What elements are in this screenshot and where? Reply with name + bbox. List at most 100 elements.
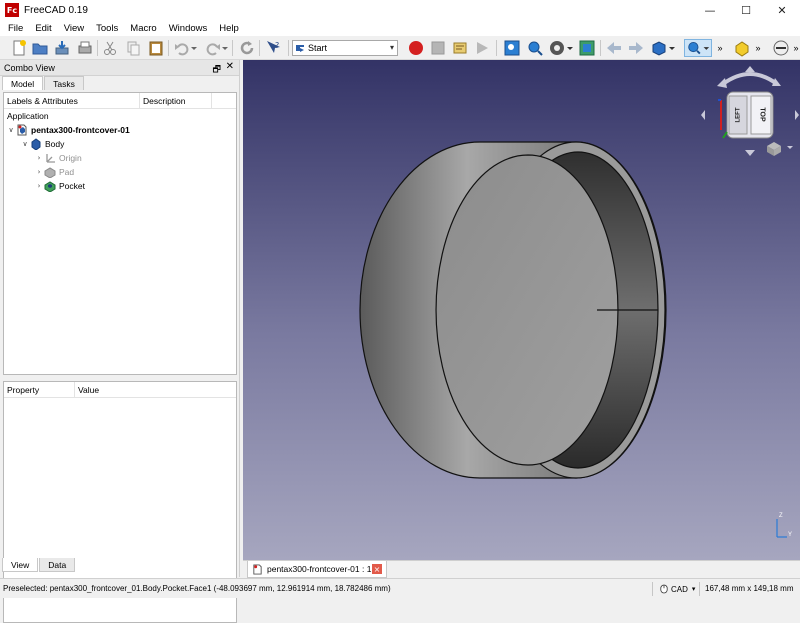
origin-icon [44,152,56,164]
expand-arrow-icon[interactable]: › [34,168,44,176]
col-value-header[interactable]: Value [75,382,155,397]
window-controls: — ☐ ✕ [692,0,800,20]
title-bar: Fc FreeCAD 0.19 — ☐ ✕ [0,0,800,20]
expand-arrow-icon[interactable]: › [34,182,44,190]
axis-cross: Z Y [771,513,797,543]
toolbar-overflow-icon-2[interactable]: » [754,39,762,57]
fit-all-icon[interactable] [503,39,521,57]
paste-icon[interactable] [147,39,165,57]
expand-arrow-icon[interactable]: ∨ [6,126,16,134]
tree-item-label: Body [45,139,65,149]
close-panel-icon[interactable]: ✕ [226,61,234,72]
whats-this-icon[interactable]: ? [264,39,282,57]
toolbar-overflow-icon-3[interactable]: » [792,39,800,57]
pocket-face[interactable] [435,154,619,466]
tree-item-body[interactable]: ∨ Body [4,137,236,151]
workbench-start-icon [296,45,304,52]
toolbar-separator [600,40,601,56]
arrow-up-icon[interactable] [745,66,755,72]
tree-item-pocket[interactable]: › Pocket [4,179,236,193]
copy-icon[interactable] [124,39,142,57]
tree-item-document[interactable]: ∨ pentax300-frontcover-01 [4,123,236,137]
tab-model[interactable]: Model [2,76,44,90]
tree-group-application: Application [7,111,49,121]
menu-file[interactable]: File [2,23,29,34]
toolbar-overflow-icon[interactable]: » [716,39,724,57]
zoom-tool-icon[interactable] [684,39,712,57]
menu-view[interactable]: View [58,23,90,34]
combo-tabs: Model Tasks [0,76,239,90]
navigation-style-button[interactable]: CAD ▾ [660,584,695,594]
document-icon [16,124,28,136]
draw-style-dropdown-icon[interactable] [566,39,574,57]
tree-item-pad[interactable]: › Pad [4,165,236,179]
draw-style-icon[interactable] [548,39,566,57]
menu-tools[interactable]: Tools [90,23,124,34]
stop-macro-icon[interactable] [429,39,447,57]
3d-viewport[interactable]: LEFT TOP Z Y [243,60,800,560]
run-macro-icon[interactable] [473,39,491,57]
arrow-down-icon[interactable] [745,150,755,156]
rotate-ring-icon[interactable] [721,72,779,86]
print-icon[interactable] [76,39,94,57]
freecad-logo-icon: Fc [5,3,19,17]
open-folder-icon[interactable] [31,39,49,57]
tree-item-label: Pocket [59,181,85,191]
menu-windows[interactable]: Windows [163,23,214,34]
cut-icon[interactable] [101,39,119,57]
tab-tasks[interactable]: Tasks [44,76,84,90]
col-labels-header[interactable]: Labels & Attributes [4,93,140,108]
menu-macro[interactable]: Macro [124,23,162,34]
tab-data[interactable]: Data [39,558,76,572]
workbench-selector[interactable]: Start ▾ [292,40,398,56]
fit-selection-icon[interactable] [526,39,544,57]
maximize-button[interactable]: ☐ [728,0,764,20]
undo-dropdown-icon[interactable] [190,39,198,57]
save-icon[interactable] [53,39,71,57]
tree-item-origin[interactable]: › Origin [4,151,236,165]
menu-help[interactable]: Help [213,23,245,34]
part-design-icon[interactable] [733,39,751,57]
tree-item-label: Origin [59,153,82,163]
close-tab-icon[interactable]: × [372,564,382,574]
arrow-left-icon[interactable] [701,110,705,120]
redo-dropdown-icon[interactable] [221,39,229,57]
navcube-top-face[interactable]: TOP [759,107,766,121]
macro-edit-icon[interactable] [451,39,469,57]
undo-icon[interactable] [173,39,191,57]
menu-edit[interactable]: Edit [29,23,57,34]
navcube-left-face[interactable]: LEFT [736,108,742,123]
toolbar-separator [259,40,260,56]
model-tree: Labels & Attributes Description Applicat… [3,92,237,375]
tree-item-label: pentax300-frontcover-01 [31,125,130,135]
chevron-down-icon: ▾ [389,43,394,52]
back-icon[interactable] [605,39,623,57]
combo-view-title: Combo View [4,62,55,73]
standard-views-icon[interactable] [650,39,668,57]
col-description-header[interactable]: Description [140,93,212,108]
pocket-icon [44,180,56,192]
forward-icon[interactable] [627,39,645,57]
tab-view[interactable]: View [2,558,39,572]
navigation-cube[interactable]: LEFT TOP [701,66,799,164]
status-bar: Preselected: pentax300_frontcover_01.Bod… [0,578,800,598]
expand-arrow-icon[interactable]: ∨ [20,140,30,148]
standard-views-dropdown-icon[interactable] [668,39,676,57]
cube-menu-icon[interactable] [787,146,793,149]
close-window-button[interactable]: ✕ [764,0,800,20]
redo-icon[interactable] [204,39,222,57]
float-panel-icon[interactable]: 🗗 [213,62,221,78]
record-macro-icon[interactable] [407,39,425,57]
refresh-icon[interactable] [238,39,256,57]
mouse-icon [660,584,668,594]
measure-icon[interactable] [772,39,790,57]
minimize-button[interactable]: — [692,0,728,20]
cylinder-model[interactable] [359,141,667,479]
toolbar-separator [232,40,233,56]
arrow-right-icon[interactable] [795,110,799,120]
bounding-box-icon[interactable] [578,39,596,57]
tab-document[interactable]: pentax300-frontcover-01 : 1 × [247,561,387,578]
col-property-header[interactable]: Property [4,382,75,397]
expand-arrow-icon[interactable]: › [34,154,44,162]
new-document-icon[interactable] [10,39,28,57]
